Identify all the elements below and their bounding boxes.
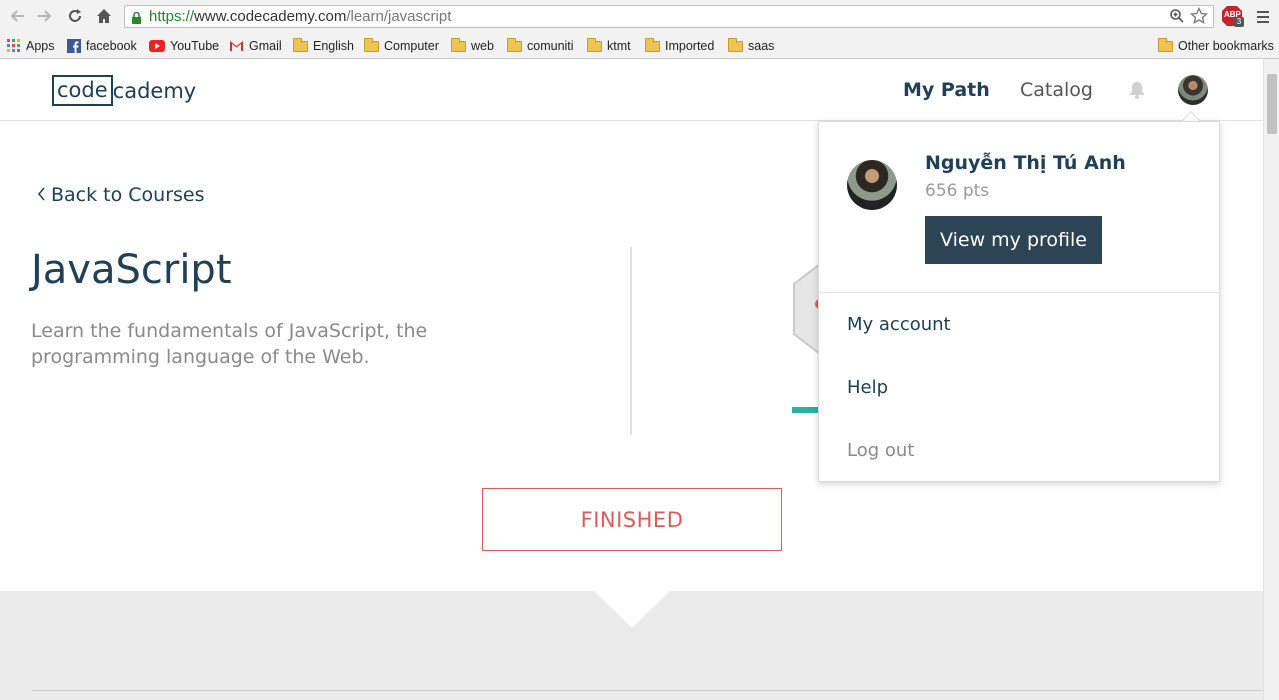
bookmark-gmail[interactable]: Gmail [229,37,282,55]
profile-dropdown: Nguyễn Thị Tú Anh 656 pts View my profil… [818,121,1220,482]
finished-button[interactable]: FINISHED [482,488,782,551]
menu-item-my-account[interactable]: My account [847,314,951,335]
bookmark-apps[interactable]: Apps [7,37,55,55]
bookmark-imported[interactable]: Imported [645,37,714,55]
bookmark-facebook[interactable]: facebook [67,37,137,55]
lock-icon [131,10,142,29]
bookmark-saas[interactable]: saas [728,37,774,55]
forward-arrow-icon[interactable] [36,7,54,25]
youtube-icon [149,40,165,52]
star-icon[interactable] [1189,6,1209,29]
zoom-icon[interactable] [1169,8,1185,28]
folder-icon [293,37,308,52]
progress-bar [792,407,820,413]
avatar[interactable] [1178,75,1208,105]
user-points: 656 pts [925,181,990,201]
url-text: https://www.codecademy.com/learn/javascr… [149,8,452,25]
bookmarks-bar: Apps facebook YouTube Gmail English Comp… [0,33,1279,59]
folder-icon [645,37,660,52]
bookmark-web[interactable]: web [451,37,494,55]
bookmark-comuniti[interactable]: comuniti [507,37,574,55]
bookmark-ktmt[interactable]: ktmt [587,37,631,55]
scrollbar[interactable] [1263,59,1279,700]
codecademy-logo[interactable]: code cademy [52,75,196,106]
menu-item-help[interactable]: Help [847,377,888,398]
scrollbar-thumb[interactable] [1267,74,1277,134]
folder-icon [1158,37,1173,52]
page-content: code cademy My Path Catalog Back to Cours… [0,59,1263,700]
bookmark-computer[interactable]: Computer [364,37,439,55]
bell-icon[interactable] [1127,80,1147,104]
divider [32,690,1263,691]
folder-icon [587,37,602,52]
home-icon[interactable] [95,7,113,25]
other-bookmarks[interactable]: Other bookmarks [1158,37,1274,55]
folder-icon [507,37,522,52]
nav-catalog[interactable]: Catalog [1020,79,1093,101]
back-to-courses-link[interactable]: Back to Courses [37,184,205,206]
facebook-icon [67,39,81,53]
user-name: Nguyễn Thị Tú Anh [925,152,1126,174]
address-bar[interactable]: https://www.codecademy.com/learn/javascr… [124,5,1214,28]
nav-my-path[interactable]: My Path [903,79,990,101]
folder-icon [728,37,743,52]
gmail-icon [230,41,243,51]
course-title: JavaScript [31,247,232,293]
folder-icon [451,37,466,52]
apps-grid-icon [7,39,20,52]
menu-item-log-out[interactable]: Log out [847,440,914,461]
view-profile-button[interactable]: View my profile [925,216,1102,264]
section-notch [594,591,670,628]
menu-icon[interactable] [1256,9,1270,28]
avatar[interactable] [847,160,897,210]
chevron-left-icon [38,187,45,201]
bookmark-youtube[interactable]: YouTube [149,37,219,55]
site-header: code cademy My Path Catalog [0,59,1263,121]
adblock-icon[interactable]: ABP 3 [1221,5,1244,27]
back-arrow-icon[interactable] [8,7,26,25]
divider [630,247,632,435]
browser-toolbar: https://www.codecademy.com/learn/javascr… [0,0,1279,33]
course-description: Learn the fundamentals of JavaScript, th… [31,320,428,368]
divider [819,292,1219,293]
reload-icon[interactable] [66,7,84,25]
folder-icon [364,37,379,52]
bookmark-english[interactable]: English [293,37,354,55]
